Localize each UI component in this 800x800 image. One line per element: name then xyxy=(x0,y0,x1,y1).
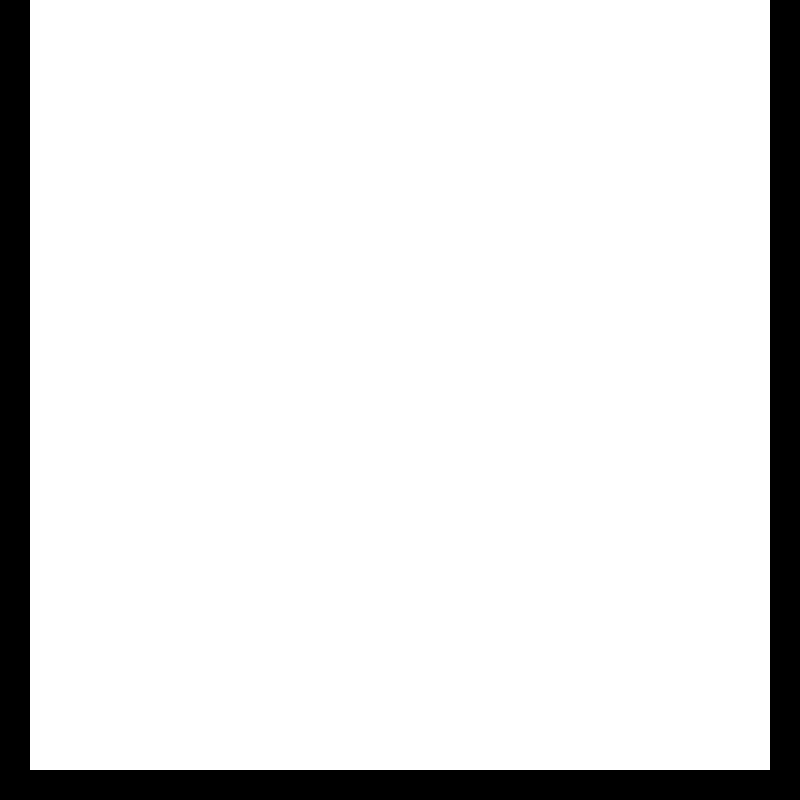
frame-top xyxy=(0,0,800,30)
curve-layer xyxy=(30,30,770,770)
frame-left xyxy=(0,0,30,800)
plot-area xyxy=(30,30,770,770)
chart-container xyxy=(0,0,800,800)
frame-bottom xyxy=(0,770,800,800)
frame-right xyxy=(770,0,800,800)
